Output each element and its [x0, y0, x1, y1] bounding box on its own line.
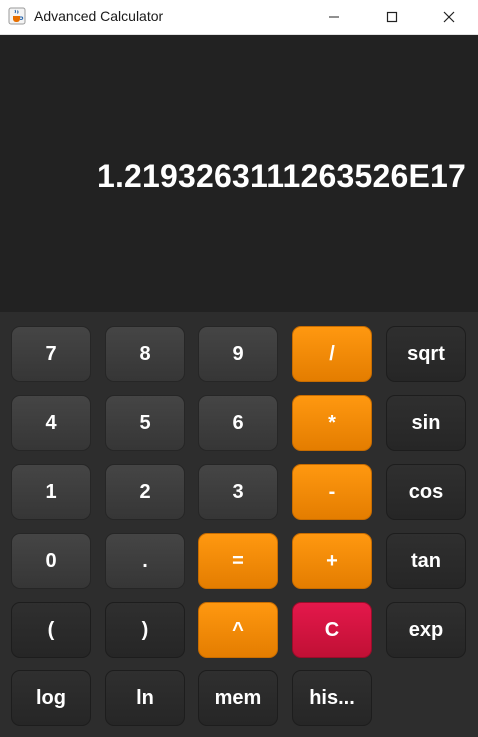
key-history[interactable]: his...: [292, 670, 372, 726]
maximize-button[interactable]: [363, 0, 421, 34]
key-9[interactable]: 9: [198, 326, 278, 382]
keypad: 7 8 9 / sqrt 4 5 6 * sin 1 2 3 - cos 0 .…: [0, 312, 478, 737]
key-1[interactable]: 1: [11, 464, 91, 520]
key-multiply[interactable]: *: [292, 395, 372, 451]
key-2[interactable]: 2: [105, 464, 185, 520]
window-title: Advanced Calculator: [34, 8, 164, 24]
key-7[interactable]: 7: [11, 326, 91, 382]
key-3[interactable]: 3: [198, 464, 278, 520]
key-6[interactable]: 6: [198, 395, 278, 451]
key-power[interactable]: ^: [198, 602, 278, 658]
key-sin[interactable]: sin: [386, 395, 466, 451]
key-0[interactable]: 0: [11, 533, 91, 589]
key-4[interactable]: 4: [11, 395, 91, 451]
key-5[interactable]: 5: [105, 395, 185, 451]
display-value: 1.2193263111263526E17: [96, 158, 466, 194]
key-divide[interactable]: /: [292, 326, 372, 382]
key-close-paren[interactable]: ): [105, 602, 185, 658]
key-8[interactable]: 8: [105, 326, 185, 382]
key-add[interactable]: +: [292, 533, 372, 589]
java-cup-icon: [8, 7, 26, 25]
key-subtract[interactable]: -: [292, 464, 372, 520]
key-decimal[interactable]: .: [105, 533, 185, 589]
key-open-paren[interactable]: (: [11, 602, 91, 658]
close-icon: [443, 11, 455, 23]
result-display: 1.2193263111263526E17: [0, 35, 478, 312]
minimize-button[interactable]: [305, 0, 363, 34]
key-log[interactable]: log: [11, 670, 91, 726]
key-clear[interactable]: C: [292, 602, 372, 658]
key-cos[interactable]: cos: [386, 464, 466, 520]
key-ln[interactable]: ln: [105, 670, 185, 726]
maximize-icon: [386, 11, 398, 23]
key-equals[interactable]: =: [198, 533, 278, 589]
key-exp[interactable]: exp: [386, 602, 466, 658]
key-tan[interactable]: tan: [386, 533, 466, 589]
minimize-icon: [329, 16, 339, 18]
close-button[interactable]: [420, 0, 478, 34]
key-mem[interactable]: mem: [198, 670, 278, 726]
title-bar: Advanced Calculator: [0, 0, 478, 35]
key-sqrt[interactable]: sqrt: [386, 326, 466, 382]
